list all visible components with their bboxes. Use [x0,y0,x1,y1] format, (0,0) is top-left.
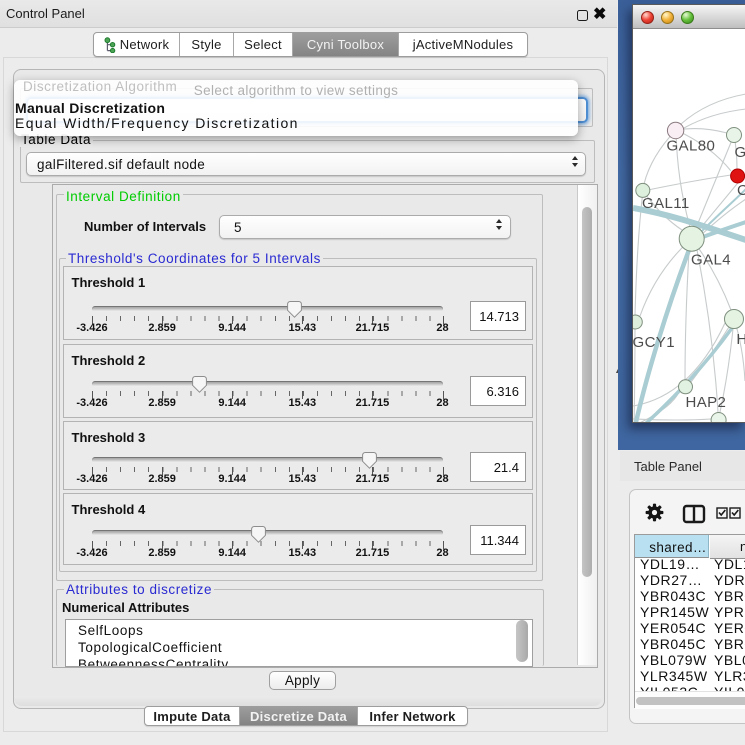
svg-text:GAL11: GAL11 [642,195,690,212]
svg-text:GA: GA [735,144,745,161]
svg-text:GAL4: GAL4 [691,252,731,269]
svg-text:GAL80: GAL80 [667,138,716,155]
svg-text:HAP2: HAP2 [686,394,727,411]
svg-text:H: H [736,331,745,348]
svg-text:GCY1: GCY1 [633,334,675,351]
svg-text:C: C [737,182,745,199]
